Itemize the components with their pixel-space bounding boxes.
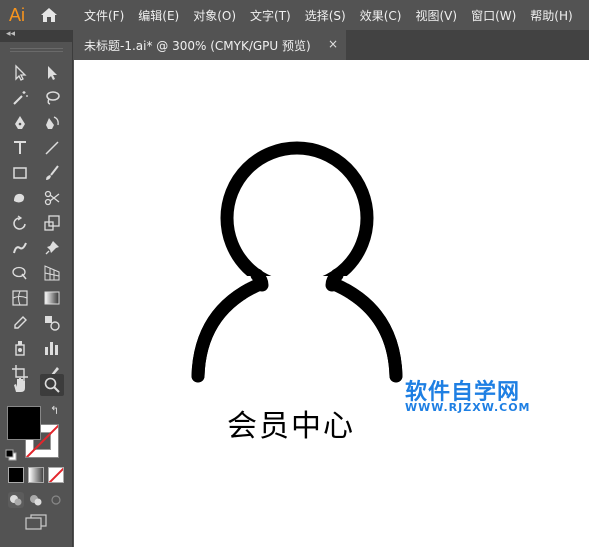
menu-select[interactable]: 选择(S) (305, 7, 346, 24)
user-avatar-artwork[interactable] (74, 60, 589, 547)
direct-selection-tool-icon[interactable] (40, 62, 64, 84)
puppet-warp-tool-icon[interactable] (40, 237, 64, 259)
selection-tool-icon[interactable] (8, 62, 32, 84)
tools-panel-header[interactable]: ◂◂ (0, 29, 72, 42)
swap-fill-stroke-icon[interactable]: ↰ (50, 404, 59, 417)
app-logo: Ai (8, 4, 25, 25)
gradient-tool-icon[interactable] (40, 287, 64, 309)
caption-text[interactable]: 会员中心 (227, 401, 355, 445)
menu-file[interactable]: 文件(F) (84, 7, 124, 24)
shape-builder-tool-icon[interactable] (8, 262, 32, 284)
pen-tool-icon[interactable] (8, 112, 32, 134)
perspective-grid-tool-icon[interactable] (40, 262, 64, 284)
column-graph-tool-icon[interactable] (40, 337, 64, 359)
fill-swatch[interactable] (7, 406, 41, 440)
draw-normal-icon[interactable] (8, 492, 24, 508)
rotate-tool-icon[interactable] (8, 212, 32, 234)
menu-effect[interactable]: 效果(C) (360, 7, 402, 24)
menu-help[interactable]: 帮助(H) (530, 7, 572, 24)
draw-behind-icon[interactable] (28, 492, 44, 508)
gradient-mode-icon[interactable] (28, 467, 44, 483)
symbol-sprayer-tool-icon[interactable] (8, 337, 32, 359)
collapse-icon[interactable]: ◂◂ (6, 29, 15, 39)
blend-tool-icon[interactable] (40, 312, 64, 334)
menu-bar: Ai 文件(F) 编辑(E) 对象(O) 文字(T) 选择(S) 效果(C) 视… (0, 0, 589, 30)
menu-window[interactable]: 窗口(W) (471, 7, 516, 24)
screen-mode-icon[interactable] (24, 514, 48, 530)
scissors-tool-icon[interactable] (40, 187, 64, 209)
document-tab[interactable]: 未标题-1.ai* @ 300% (CMYK/GPU 预览) × (74, 30, 346, 60)
line-segment-tool-icon[interactable] (40, 137, 64, 159)
magic-wand-tool-icon[interactable] (8, 87, 32, 109)
menu-object[interactable]: 对象(O) (193, 7, 236, 24)
default-fill-stroke-icon[interactable] (5, 446, 17, 461)
draw-inside-icon[interactable] (48, 492, 64, 508)
document-tab-title: 未标题-1.ai* @ 300% (CMYK/GPU 预览) (84, 38, 311, 53)
artboard-canvas[interactable]: 会员中心 软件自学网 WWW.RJZXW.COM (74, 60, 589, 547)
hand-tool-icon[interactable] (8, 374, 32, 396)
rectangle-tool-icon[interactable] (8, 162, 32, 184)
none-mode-icon[interactable] (48, 467, 64, 483)
type-tool-icon[interactable] (8, 137, 32, 159)
lasso-tool-icon[interactable] (40, 87, 64, 109)
eyedropper-tool-icon[interactable] (8, 312, 32, 334)
paintbrush-tool-icon[interactable] (40, 162, 64, 184)
panel-grip[interactable] (10, 48, 63, 52)
curvature-tool-icon[interactable] (40, 112, 64, 134)
menu-type[interactable]: 文字(T) (250, 7, 291, 24)
warp-tool-icon[interactable] (8, 237, 32, 259)
color-mode-icon[interactable] (8, 467, 24, 483)
watermark-url: WWW.RJZXW.COM (405, 401, 531, 414)
menu-items: 文件(F) 编辑(E) 对象(O) 文字(T) 选择(S) 效果(C) 视图(V… (84, 7, 587, 24)
home-icon[interactable] (34, 0, 64, 30)
menu-view[interactable]: 视图(V) (415, 7, 457, 24)
shaper-tool-icon[interactable] (8, 187, 32, 209)
menu-edit[interactable]: 编辑(E) (138, 7, 179, 24)
tools-panel: ◂◂ ↰ (0, 29, 73, 547)
zoom-tool-icon[interactable] (40, 374, 64, 396)
avatar-head (220, 141, 374, 295)
close-icon[interactable]: × (328, 37, 338, 51)
mesh-tool-icon[interactable] (8, 287, 32, 309)
document-tab-bar: 未标题-1.ai* @ 300% (CMYK/GPU 预览) × (74, 30, 589, 60)
scale-tool-icon[interactable] (40, 212, 64, 234)
